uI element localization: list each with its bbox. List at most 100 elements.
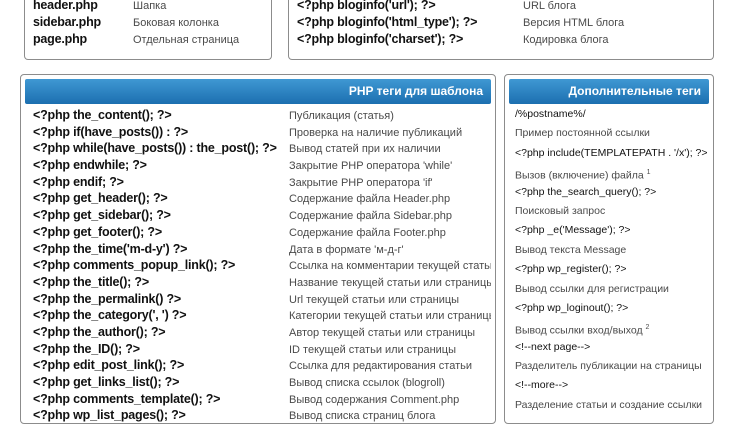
php-tag-row: <?php the_permalink() ?> Url текущей стат… <box>33 292 491 309</box>
extra-tag-code: <?php wp_register(); ?> <box>515 260 711 279</box>
extra-tag-code: <?php include(TEMPLATEPATH . '/x'); ?> <box>515 144 711 163</box>
extra-tag-text: /%postname%/ <box>515 108 586 120</box>
extra-tag-text: Вывод ссылки для регистрации <box>515 282 669 295</box>
php-tag-desc: Вывод содержания Comment.php <box>289 393 460 406</box>
php-tag-desc: Вывод списка ссылок (blogroll) <box>289 377 445 389</box>
php-tag-desc: Вывод списка страниц блога <box>289 410 436 423</box>
extra-tag-desc: Вывод ссылки вход/выход 2 <box>515 318 711 337</box>
php-tag-desc: Ссылка для редактирования статьи <box>289 360 473 373</box>
php-tag-desc: Содержание файла Footer.php <box>289 226 446 239</box>
php-tag-row: <?php get_sidebar(); ?> Содержание файла … <box>33 208 491 225</box>
extra-tag-desc: Вывод текста Message <box>515 241 711 260</box>
bloginfo-panel: <?php bloginfo('url'); ?> URL блога <?ph… <box>288 0 714 60</box>
php-tag-desc: Содержание файла Sidebar.php <box>289 210 452 223</box>
php-tag-code: <?php get_links_list(); ?> <box>33 375 180 389</box>
php-tag-row: <?php the_title(); ?> Название текущей ст… <box>33 275 491 292</box>
extra-tag-text: Вывод текста Message <box>515 243 627 256</box>
php-tag-row: <?php get_footer(); ?> Содержание файла F… <box>33 225 491 242</box>
bloginfo-code: <?php bloginfo('html_type'); ?> <box>297 15 478 29</box>
extra-tag-desc: Поисковый запрос <box>515 202 711 221</box>
php-tag-desc: Ссылка на комментарии текущей статьи <box>289 260 491 273</box>
php-tag-code: <?php the_ID(); ?> <box>33 341 140 356</box>
php-tag-code: <?php the_title(); ?> <box>33 274 149 289</box>
php-tag-row: <?php if(have_posts()) : ?> Проверка на н… <box>33 125 491 142</box>
extra-tag-text: Пример постоянной ссылки <box>515 127 650 140</box>
extra-tag-code: <!--next page--> <box>515 338 711 357</box>
bloginfo-row: <?php bloginfo('html_type'); ?> Версия H… <box>297 15 624 32</box>
extra-tag-text: Вызов (включение) файла <box>515 169 644 182</box>
php-tag-desc: Закрытие PHP оператора 'while' <box>289 160 453 173</box>
extra-tag-text: <?php wp_register(); ?> <box>515 263 627 276</box>
php-tag-desc: Вывод статей при их наличии <box>289 143 441 156</box>
php-tag-desc: ID текущей статьи или страницы <box>289 343 456 356</box>
php-tag-desc: Проверка на наличие публикаций <box>289 126 463 139</box>
php-tags-header: PHP теги для шаблона <box>25 79 491 104</box>
extra-tag-text: <!--more--> <box>515 379 569 392</box>
file-name: page.php <box>33 32 87 46</box>
extra-tag-desc: Вызов (включение) файла 1 <box>515 163 711 182</box>
footnote-marker: 2 <box>645 324 650 332</box>
extra-tags-header: Дополнительные теги <box>509 79 709 104</box>
files-panel: header.php Шапка sidebar.php Боковая кол… <box>24 0 272 60</box>
extra-tag-text: <!--next page--> <box>515 340 591 353</box>
php-tag-desc: Содержание файла Header.php <box>289 193 451 206</box>
php-tags-list: <?php the_content(); ?> Публикация (стать… <box>33 108 491 425</box>
extra-tag-desc: Разделитель публикации на страницы <box>515 357 711 376</box>
php-tag-row: <?php endwhile; ?> Закрытие PHP оператора… <box>33 158 491 175</box>
extra-tag-desc: Разделение статьи и создание ссылки <box>515 396 711 415</box>
php-tag-desc: Публикация (статья) <box>289 110 394 122</box>
extra-tags-list: /%postname%/ Пример постоянной ссылки <?ph… <box>515 105 711 415</box>
php-tag-row: <?php the_category(', ') ?> Категории тек… <box>33 308 491 325</box>
extra-tag-desc: Пример постоянной ссылки <box>515 124 711 143</box>
php-tag-row: <?php the_ID(); ?> ID текущей статьи или … <box>33 342 491 359</box>
php-tag-row: <?php the_content(); ?> Публикация (стать… <box>33 108 491 125</box>
php-tag-code: <?php comments_popup_link(); ?> <box>33 258 236 273</box>
php-tag-code: <?php comments_template(); ?> <box>33 391 221 406</box>
php-tag-desc: Категории текущей статьи или страницы <box>289 310 491 323</box>
php-tag-code: <?php edit_post_link(); ?> <box>33 358 185 373</box>
php-tag-row: <?php the_author(); ?> Автор текущей стат… <box>33 325 491 342</box>
php-tag-code: <?php wp_list_pages(); ?> <box>33 408 186 423</box>
bloginfo-row: <?php bloginfo('url'); ?> URL блога <box>297 0 624 15</box>
php-tags-panel: PHP теги для шаблона <?php the_content()… <box>20 74 496 424</box>
php-tag-desc: Название текущей статьи или страницы <box>289 276 491 289</box>
php-tag-code: <?php while(have_posts()) : the_post(); … <box>33 141 277 156</box>
file-desc: Отдельная страница <box>133 34 240 46</box>
extra-tag-text: <?php _e('Message'); ?> <box>515 224 631 237</box>
php-tag-row: <?php the_time('m-d-y') ?> Дата в формате… <box>33 242 491 259</box>
php-tag-row: <?php endif; ?> Закрытие PHP оператора 'i… <box>33 175 491 192</box>
php-tag-row: <?php comments_template(); ?> Вывод содер… <box>33 392 491 409</box>
php-tag-code: <?php endif; ?> <box>33 174 124 189</box>
extra-tag-code: <!--more--> <box>515 376 711 395</box>
php-tag-row: <?php while(have_posts()) : the_post(); … <box>33 141 491 158</box>
php-tag-desc: Url текущей статьи или страницы <box>289 293 460 306</box>
bloginfo-desc: URL блога <box>523 0 577 12</box>
bloginfo-desc: Версия HTML блога <box>523 17 625 29</box>
php-tag-code: <?php the_time('m-d-y') ?> <box>33 241 188 256</box>
extra-tag-code: /%postname%/ <box>515 105 711 124</box>
bloginfo-code: <?php bloginfo('charset'); ?> <box>297 32 464 46</box>
extra-tags-panel: Дополнительные теги /%postname%/ Пример п… <box>504 74 714 424</box>
extra-tag-code: <?php wp_loginout(); ?> <box>515 299 711 318</box>
php-tag-code: <?php the_author(); ?> <box>33 324 166 339</box>
file-desc: Шапка <box>133 0 167 12</box>
bloginfo-list: <?php bloginfo('url'); ?> URL блога <?ph… <box>297 0 624 49</box>
extra-tag-text: Поисковый запрос <box>515 204 606 217</box>
bloginfo-desc: Кодировка блога <box>523 34 609 46</box>
extra-tag-text: Разделение статьи и создание ссылки <box>515 398 703 411</box>
bloginfo-code: <?php bloginfo('url'); ?> <box>297 0 436 12</box>
extra-tag-text: Вывод ссылки вход/выход <box>515 324 643 337</box>
bloginfo-row: <?php bloginfo('charset'); ?> Кодировка … <box>297 32 624 49</box>
php-tag-row: <?php edit_post_link(); ?> Ссылка для ред… <box>33 358 491 375</box>
extra-tag-text: <?php wp_loginout(); ?> <box>515 301 629 314</box>
php-tag-row: <?php wp_list_pages(); ?> Вывод списка ст… <box>33 408 491 425</box>
php-tag-code: <?php get_footer(); ?> <box>33 224 162 239</box>
php-tag-code: <?php endwhile; ?> <box>33 158 147 173</box>
php-tag-row: <?php comments_popup_link(); ?> Ссылка на… <box>33 258 491 275</box>
php-tag-code: <?php the_content(); ?> <box>33 108 172 122</box>
php-tag-row: <?php get_links_list(); ?> Вывод списка с… <box>33 375 491 392</box>
php-tag-row: <?php get_header(); ?> Содержание файла H… <box>33 191 491 208</box>
extra-tag-code: <?php the_search_query(); ?> <box>515 183 711 202</box>
php-tag-code: <?php the_permalink() ?> <box>33 291 182 306</box>
extra-tag-code: <?php _e('Message'); ?> <box>515 221 711 240</box>
